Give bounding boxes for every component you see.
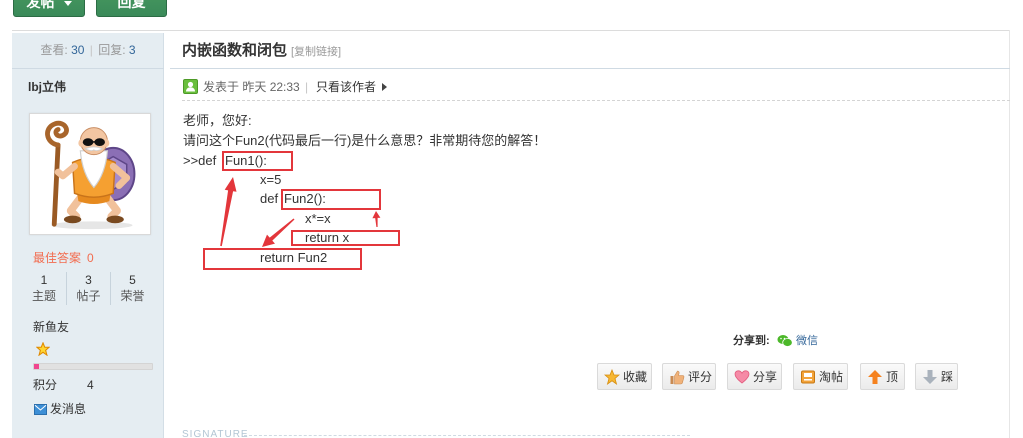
level-progress-fill [34, 364, 39, 369]
arrow-up-icon [868, 369, 882, 384]
stat-label: 主题 [31, 289, 56, 303]
user-online-icon [183, 79, 198, 94]
stat-value: 3 [85, 273, 92, 287]
top-toolbar: 发帖 回复 [0, 0, 200, 18]
send-message-link[interactable]: 发消息 [34, 402, 114, 416]
avatar[interactable] [29, 113, 151, 235]
stat-value: 1 [40, 273, 48, 287]
new-post-label: 发帖 [26, 0, 55, 10]
best-answer-label: 最佳答案 [33, 251, 82, 265]
star-icon [35, 341, 51, 357]
best-answer: 最佳答案 0 [33, 251, 94, 265]
tray-icon [801, 370, 815, 383]
share-button[interactable]: 分享 [727, 363, 782, 390]
views-count: 30 [71, 43, 85, 57]
signature-label: SIGNATURE [182, 429, 249, 438]
share-wechat[interactable]: 微信 [777, 334, 827, 348]
best-answer-count: 0 [87, 251, 94, 265]
post-greeting: 老师，您好: [183, 113, 252, 128]
share-button-label: 分享 [753, 370, 778, 384]
points-value: 4 [87, 378, 94, 392]
points-label: 积分 [33, 378, 58, 392]
stat-honors[interactable]: 5 荣誉 [110, 272, 154, 305]
code-line-5: return x [305, 230, 350, 245]
favorite-label: 收藏 [623, 370, 648, 384]
wechat-label: 微信 [796, 335, 818, 347]
level-progress-bar [33, 363, 153, 370]
rate-label: 评分 [688, 370, 713, 384]
author-name[interactable]: lbj立伟 [28, 80, 66, 94]
user-group[interactable]: 新鱼友 [33, 320, 69, 334]
stat-label: 荣誉 [120, 289, 145, 303]
stat-threads[interactable]: 1 主题 [22, 272, 66, 305]
sidebar-divider [12, 68, 164, 69]
caret-right-icon [382, 83, 387, 91]
downvote-button[interactable]: 踩 [915, 363, 958, 390]
replies-label: 回复: [98, 43, 126, 57]
thread-stats: 查看: 30 | 回复: 3 [12, 43, 164, 57]
thumbs-up-icon [670, 370, 685, 384]
signature-divider [244, 435, 690, 436]
avatar-illustration [32, 116, 148, 232]
wechat-icon [777, 334, 793, 348]
new-post-button[interactable]: 发帖 [13, 0, 85, 17]
code-line-4: x*=x [305, 211, 331, 226]
top-divider [12, 30, 1010, 31]
stat-value: 5 [129, 273, 136, 287]
code-line-2: x=5 [260, 172, 282, 187]
copy-link-button[interactable]: [复制链接] [291, 44, 341, 60]
post-meta: 发表于 昨天 22:33 [203, 80, 300, 94]
envelope-icon [34, 404, 47, 415]
heart-icon [734, 369, 750, 384]
author-sidebar: 查看: 30 | 回复: 3 lbj立伟 最佳答案 0 1 主题 3 帖子 5 … [12, 33, 164, 438]
author-stats: 1 主题 3 帖子 5 荣誉 [22, 272, 154, 305]
collect-label: 淘帖 [819, 370, 844, 384]
code-line-6: return Fun2 [260, 250, 328, 265]
stat-label: 帖子 [76, 289, 101, 303]
upvote-label: 顶 [886, 370, 899, 384]
downvote-label: 踩 [941, 370, 954, 384]
stats-separator: | [89, 43, 93, 57]
code-line-3-prefix: def [260, 191, 279, 206]
arrow-down-icon [923, 369, 937, 384]
code-line-1-highlight: Fun1(): [225, 153, 267, 168]
stat-posts[interactable]: 3 帖子 [66, 272, 110, 305]
upvote-button[interactable]: 顶 [860, 363, 905, 390]
post-question: 请问这个Fun2(代码最后一行)是什么意思？非常期待您的解答！ [183, 133, 547, 148]
rate-button[interactable]: 评分 [662, 363, 716, 390]
code-line-3-highlight: Fun2(): [284, 191, 326, 206]
only-author-link[interactable]: 只看该作者 [316, 80, 376, 94]
caret-down-icon [63, 0, 72, 6]
post-main: 内嵌函数和闭包 [复制链接] 发表于 昨天 22:33 | 只看该作者 老师，您… [164, 33, 1010, 438]
posted-time: 昨天 22:33 [242, 80, 300, 94]
reply-button[interactable]: 回复 [96, 0, 167, 17]
code-line-1-prefix: >>def [183, 153, 217, 168]
replies-count: 3 [128, 43, 136, 57]
favorite-button[interactable]: 收藏 [597, 363, 652, 390]
share-label: 分享到: [733, 335, 770, 347]
page-title: 内嵌函数和闭包 [182, 42, 288, 59]
star-icon [604, 368, 620, 385]
reply-label: 回复 [117, 0, 146, 10]
send-message-label: 发消息 [50, 402, 87, 416]
views-label: 查看: [40, 43, 68, 57]
meta-divider [182, 100, 1010, 101]
posted-label: 发表于 [203, 80, 240, 94]
title-divider [170, 68, 1010, 69]
meta-separator: | [305, 80, 309, 94]
collect-button[interactable]: 淘帖 [793, 363, 848, 390]
